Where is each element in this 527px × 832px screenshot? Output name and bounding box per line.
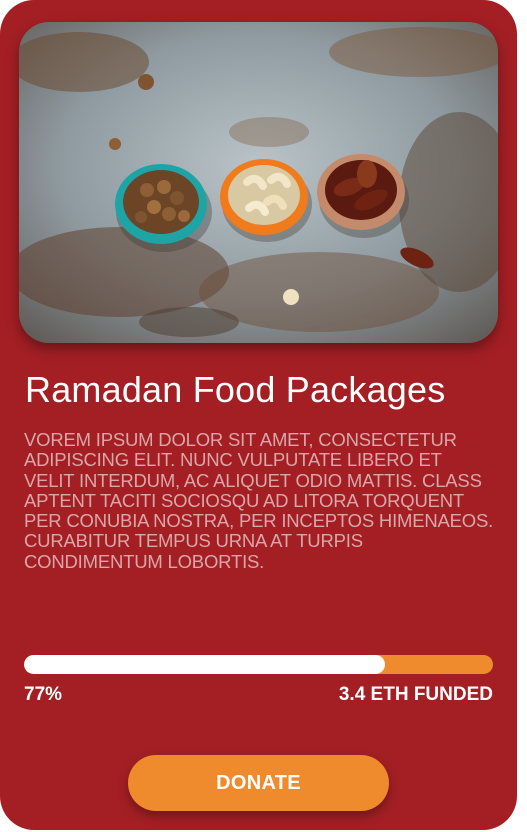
funding-percent: 77% (24, 684, 63, 705)
campaign-card: Ramadan Food Packages VOREM IPSUM DOLOR … (0, 0, 517, 830)
food-bowls-image (19, 22, 498, 343)
donate-button[interactable]: DONATE (128, 755, 389, 811)
funding-progress-bar (24, 655, 493, 674)
campaign-description: VOREM IPSUM DOLOR SIT AMET, CONSECTETUR … (24, 429, 494, 572)
funding-progress-fill (24, 655, 386, 674)
funded-amount: 3.4 ETH FUNDED (338, 684, 493, 705)
campaign-title: Ramadan Food Packages (25, 369, 446, 410)
